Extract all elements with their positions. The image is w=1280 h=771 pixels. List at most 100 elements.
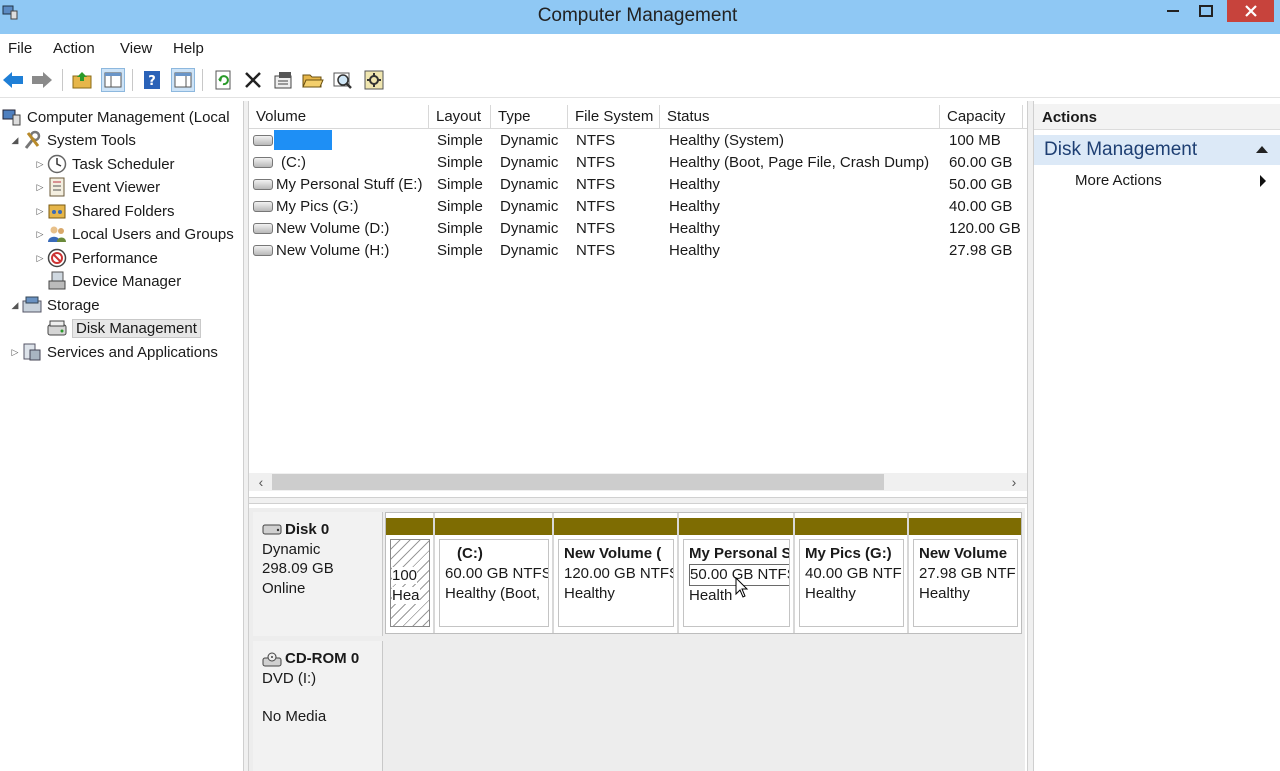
open-button[interactable]	[301, 68, 325, 92]
maximize-button[interactable]	[1192, 0, 1220, 22]
partition-status: Healthy	[805, 585, 856, 602]
volume-status: Healthy (System)	[669, 132, 785, 149]
menu-file[interactable]: File	[8, 40, 32, 57]
computer-management-icon	[2, 107, 22, 127]
partition-bar	[386, 518, 433, 535]
volume-row[interactable]: Simple Dynamic NTFS Healthy (System) 100…	[249, 130, 1027, 152]
storage-icon	[22, 295, 42, 315]
volume-capacity: 40.00 GB	[949, 198, 1013, 215]
collapse-arrow-icon[interactable]: ◢	[8, 135, 22, 146]
close-button[interactable]	[1227, 0, 1274, 22]
disk-icon	[262, 523, 282, 536]
tree-item-storage[interactable]: ◢ Storage	[8, 294, 100, 316]
partition-system-reserved[interactable]: 100 Hea	[386, 513, 435, 633]
help-button[interactable]: ?	[140, 68, 164, 92]
column-status[interactable]: Status	[660, 105, 940, 129]
tree-item-system-tools[interactable]: ◢ System Tools	[8, 129, 136, 151]
svg-text:?: ?	[148, 74, 156, 89]
settings-button[interactable]	[362, 68, 386, 92]
properties-button[interactable]	[271, 68, 295, 92]
disk-management-icon	[47, 318, 67, 338]
scroll-left-icon[interactable]: ‹	[251, 473, 271, 491]
partition-g[interactable]: My Pics (G:) 40.00 GB NTF: Healthy	[795, 513, 909, 633]
tree-label: Services and Applications	[47, 343, 218, 361]
volume-pane: Volume Layout Type File System Status Ca…	[249, 101, 1027, 771]
volume-file-system: NTFS	[576, 132, 616, 149]
volume-row[interactable]: My Personal Stuff (E:) Simple Dynamic NT…	[249, 174, 1027, 196]
show-hide-tree-button[interactable]	[101, 68, 125, 92]
up-folder-icon	[72, 72, 92, 89]
submenu-arrow-icon[interactable]	[1260, 175, 1266, 187]
collapse-arrow-icon[interactable]: ◢	[8, 300, 22, 311]
menu-view[interactable]: View	[120, 40, 152, 57]
partition-bar	[909, 518, 1021, 535]
partition-title: New Volume (	[564, 545, 662, 562]
partition-h[interactable]: New Volume 27.98 GB NTF: Healthy	[909, 513, 1021, 633]
volume-file-system: NTFS	[576, 242, 616, 259]
device-manager-icon	[47, 271, 67, 291]
forward-button[interactable]	[30, 68, 54, 92]
pane-splitter[interactable]	[249, 497, 1027, 504]
volume-row[interactable]: My Pics (G:) Simple Dynamic NTFS Healthy…	[249, 196, 1027, 218]
disk-0-label[interactable]: Disk 0 Dynamic 298.09 GB Online	[253, 512, 383, 636]
column-layout[interactable]: Layout	[429, 105, 491, 129]
volume-type: Dynamic	[500, 198, 559, 215]
column-file-system[interactable]: File System	[568, 105, 660, 129]
search-button[interactable]	[331, 68, 355, 92]
volume-icon	[253, 245, 273, 256]
console-view-button[interactable]	[171, 68, 195, 92]
column-volume[interactable]: Volume	[249, 105, 429, 129]
expand-arrow-icon[interactable]: ▷	[33, 159, 47, 170]
delete-icon	[245, 72, 261, 88]
local-users-icon	[47, 224, 67, 244]
back-button[interactable]	[1, 68, 25, 92]
tree-item-task-scheduler[interactable]: ▷ Task Scheduler	[33, 153, 175, 175]
partition-bar	[679, 518, 793, 535]
expand-arrow-icon[interactable]: ▷	[33, 206, 47, 217]
rescan-button[interactable]	[211, 68, 235, 92]
expand-arrow-icon[interactable]: ▷	[8, 347, 22, 358]
volume-row[interactable]: (C:) Simple Dynamic NTFS Healthy (Boot, …	[249, 152, 1027, 174]
partition-title: My Pics (G:)	[805, 545, 892, 562]
actions-header: Actions	[1034, 104, 1280, 130]
partition-d[interactable]: New Volume (120.00 GB NTFS Healthy	[554, 513, 679, 633]
tree-item-shared-folders[interactable]: ▷ Shared Folders	[33, 200, 175, 222]
partition-c[interactable]: (C:) 60.00 GB NTFS Healthy (Boot,	[435, 513, 554, 633]
minimize-button[interactable]	[1160, 0, 1186, 22]
cdrom-0-label[interactable]: CD-ROM 0 DVD (I:) No Media	[253, 641, 383, 771]
volume-type: Dynamic	[500, 220, 559, 237]
menu-action[interactable]: Action	[53, 40, 95, 57]
menu-help[interactable]: Help	[173, 40, 204, 57]
delete-button[interactable]	[241, 68, 265, 92]
volume-status: Healthy	[669, 242, 720, 259]
tree-label: Event Viewer	[72, 178, 161, 196]
actions-section-disk-management[interactable]: Disk Management	[1034, 135, 1280, 165]
partition-size: 40.00 GB NTF:	[805, 565, 904, 582]
up-one-level-button[interactable]	[70, 68, 94, 92]
tree-item-disk-management[interactable]: Disk Management	[47, 317, 201, 339]
volume-row[interactable]: New Volume (D:) Simple Dynamic NTFS Heal…	[249, 218, 1027, 240]
volume-layout: Simple	[437, 154, 483, 171]
scroll-right-icon[interactable]: ›	[1004, 473, 1024, 491]
tree-item-device-manager[interactable]: Device Manager	[47, 270, 181, 292]
tree-item-event-viewer[interactable]: ▷ Event Viewer	[33, 176, 160, 198]
horizontal-scrollbar[interactable]: ‹ ›	[249, 473, 1027, 491]
more-actions-item[interactable]: More Actions	[1075, 172, 1162, 189]
title-bar: Computer Management	[0, 0, 1280, 34]
tree-item-performance[interactable]: ▷ Performance	[33, 247, 158, 269]
column-type[interactable]: Type	[491, 105, 568, 129]
column-capacity[interactable]: Capacity	[940, 105, 1023, 129]
expand-arrow-icon[interactable]: ▷	[33, 253, 47, 264]
tree-item-computer-management[interactable]: Computer Management (Local	[2, 106, 230, 128]
expand-arrow-icon[interactable]: ▷	[33, 182, 47, 193]
scrollbar-thumb[interactable]	[272, 474, 884, 490]
volume-row[interactable]: New Volume (H:) Simple Dynamic NTFS Heal…	[249, 240, 1027, 262]
collapse-caret-icon[interactable]	[1256, 146, 1268, 153]
expand-arrow-icon[interactable]: ▷	[33, 229, 47, 240]
tree-item-local-users-and-groups[interactable]: ▷ Local Users and Groups	[33, 223, 234, 245]
actions-splitter[interactable]	[1027, 101, 1034, 771]
menu-bar: File Action View Help	[0, 34, 1280, 62]
tree-item-services-and-applications[interactable]: ▷ Services and Applications	[8, 341, 218, 363]
navigation-tree: Computer Management (Local ◢ System Tool…	[0, 101, 243, 771]
partition-e[interactable]: My Personal S 50.00 GB NTFS Health	[679, 513, 795, 633]
